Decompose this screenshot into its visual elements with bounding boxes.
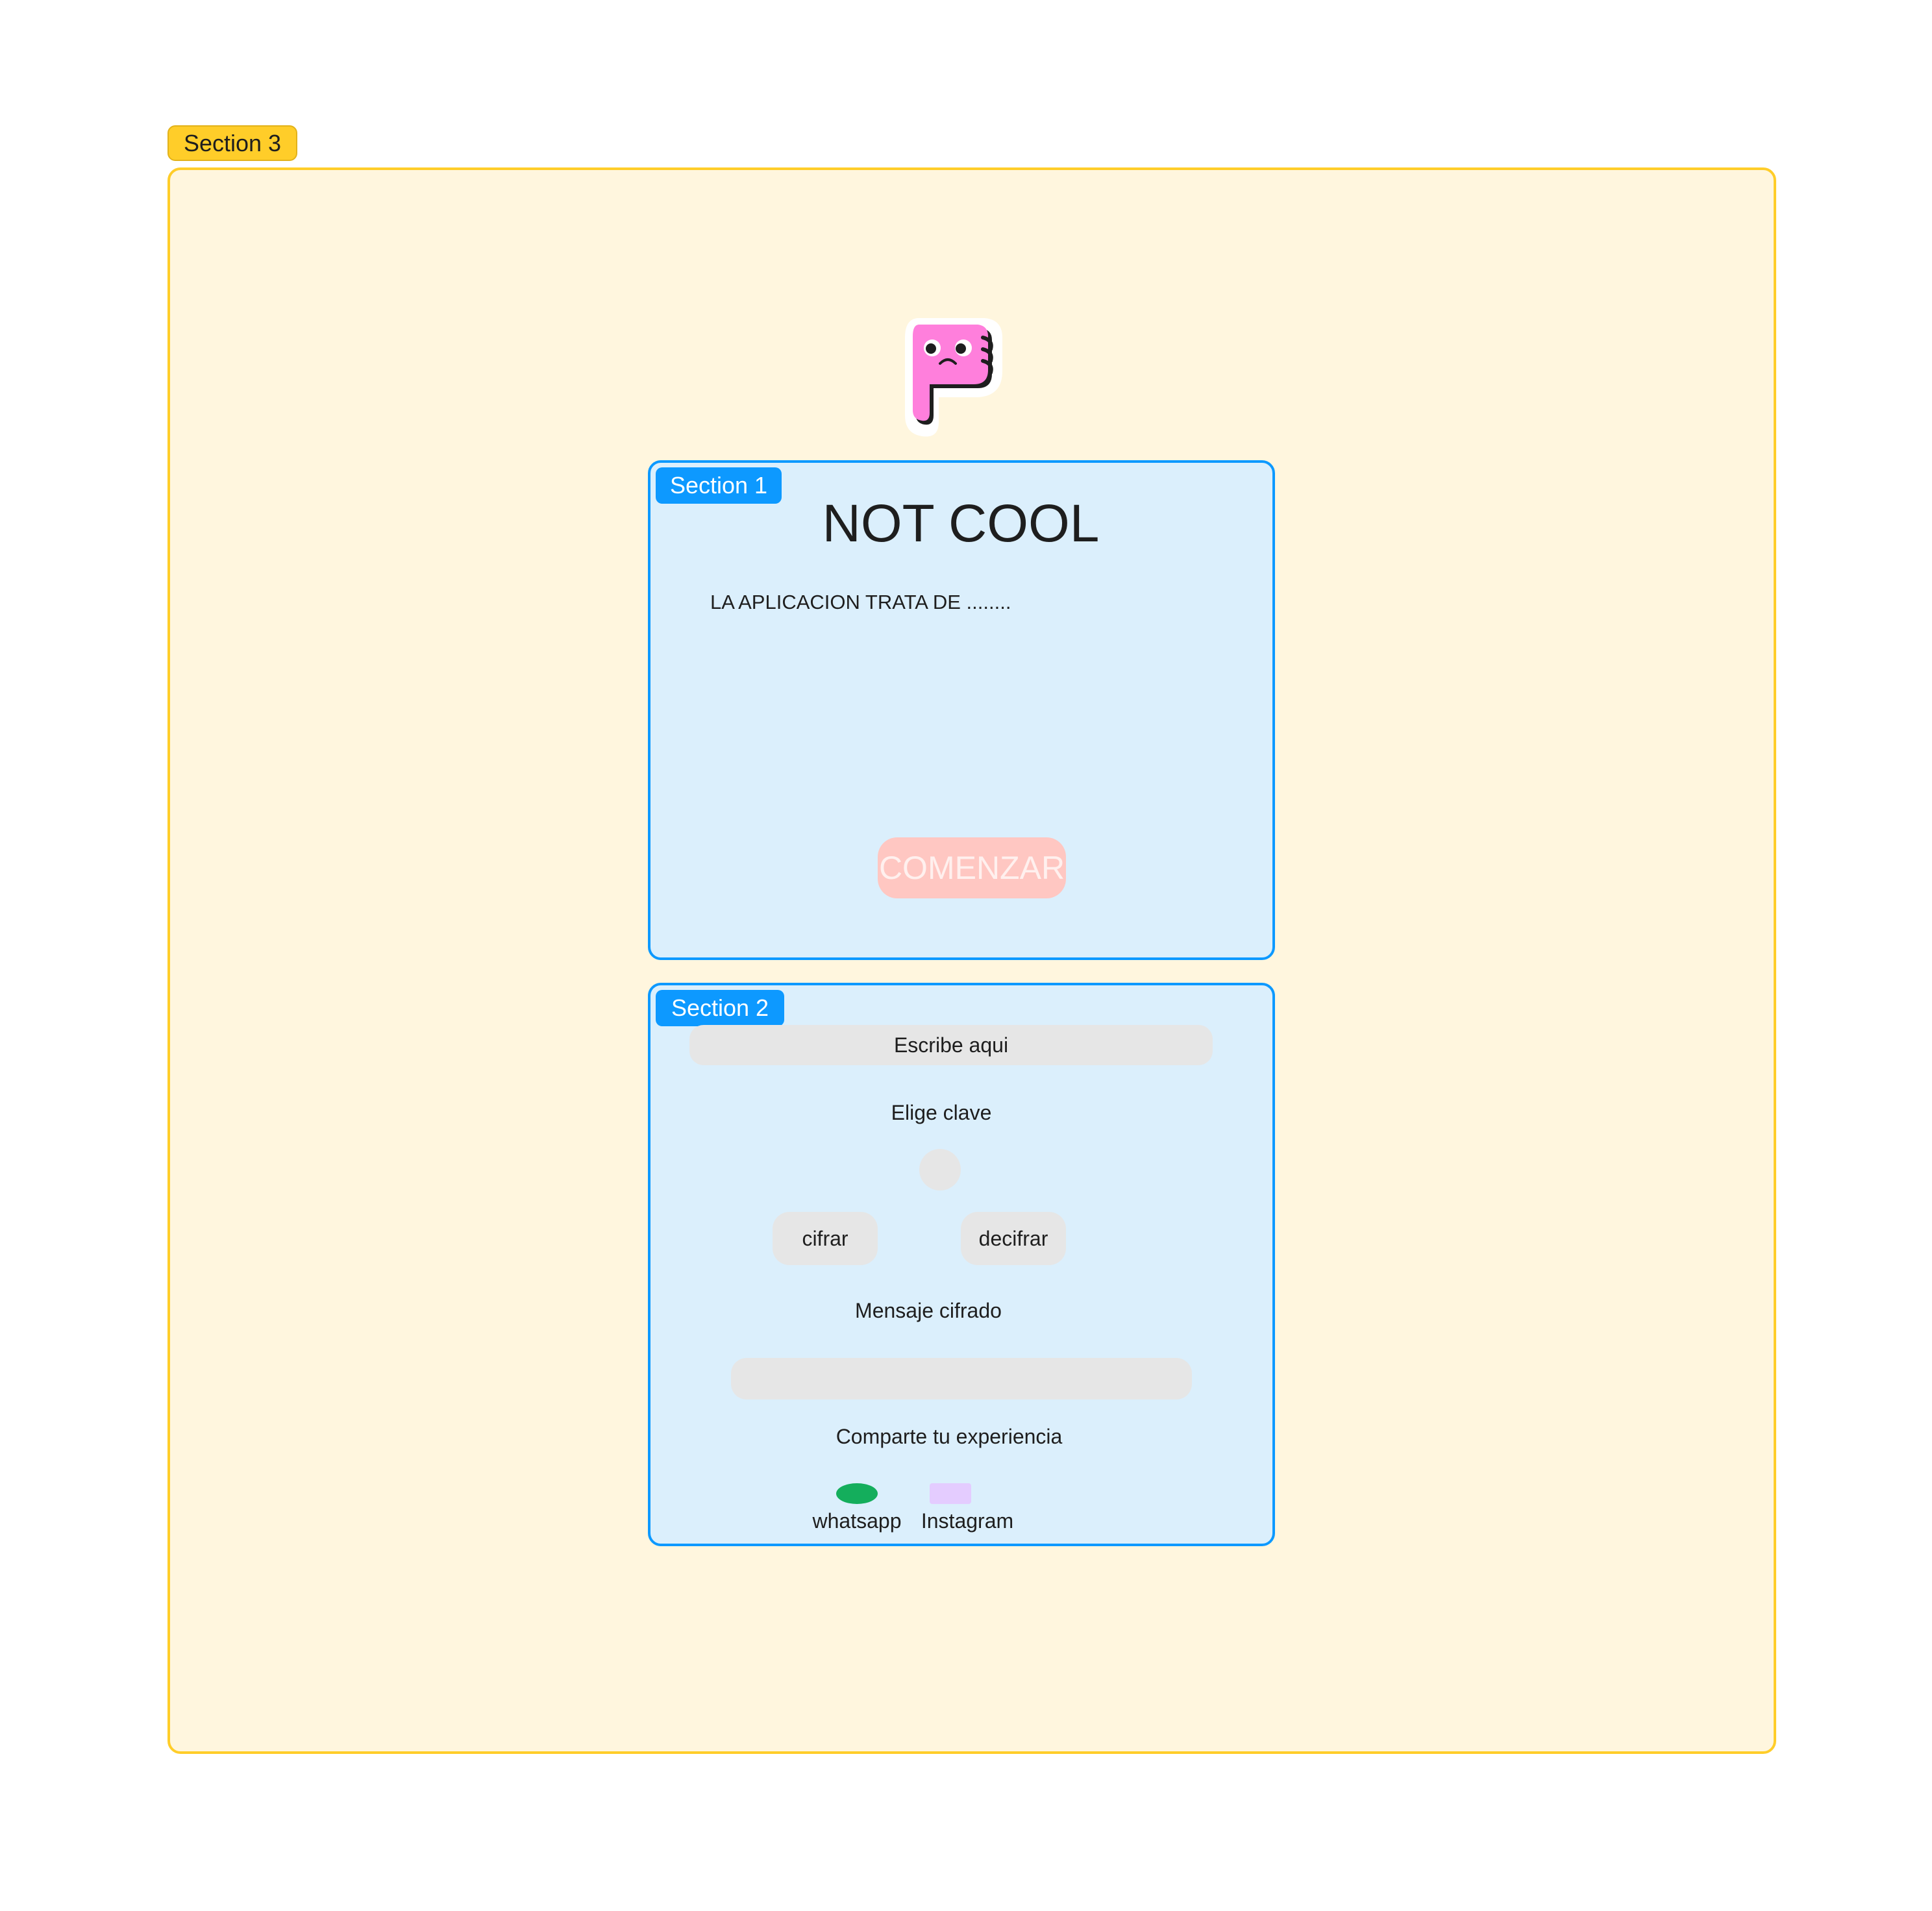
section-3-label[interactable]: Section 3: [167, 125, 297, 161]
app-title: NOT COOL: [822, 494, 1100, 553]
instagram-icon[interactable]: [930, 1483, 971, 1504]
section-2-frame: [648, 983, 1275, 1546]
key-label: Elige clave: [891, 1101, 992, 1124]
result-field[interactable]: [731, 1358, 1192, 1399]
section-2-label[interactable]: Section 2: [656, 990, 784, 1026]
whatsapp-icon[interactable]: [836, 1483, 878, 1504]
key-selector[interactable]: [919, 1149, 961, 1190]
result-label: Mensaje cifrado: [855, 1299, 1002, 1322]
message-input[interactable]: Escribe aqui: [689, 1025, 1213, 1065]
start-button[interactable]: COMENZAR: [878, 837, 1066, 898]
app-description: LA APLICACION TRATA DE ........: [710, 591, 1011, 613]
cipher-button[interactable]: cifrar: [773, 1212, 878, 1265]
instagram-label[interactable]: Instagram: [904, 1506, 1031, 1536]
thumbs-down-sticker-icon: [905, 318, 1002, 437]
share-label: Comparte tu experiencia: [836, 1425, 1063, 1448]
whatsapp-label[interactable]: whatsapp: [800, 1506, 914, 1536]
decipher-button[interactable]: decifrar: [961, 1212, 1066, 1265]
